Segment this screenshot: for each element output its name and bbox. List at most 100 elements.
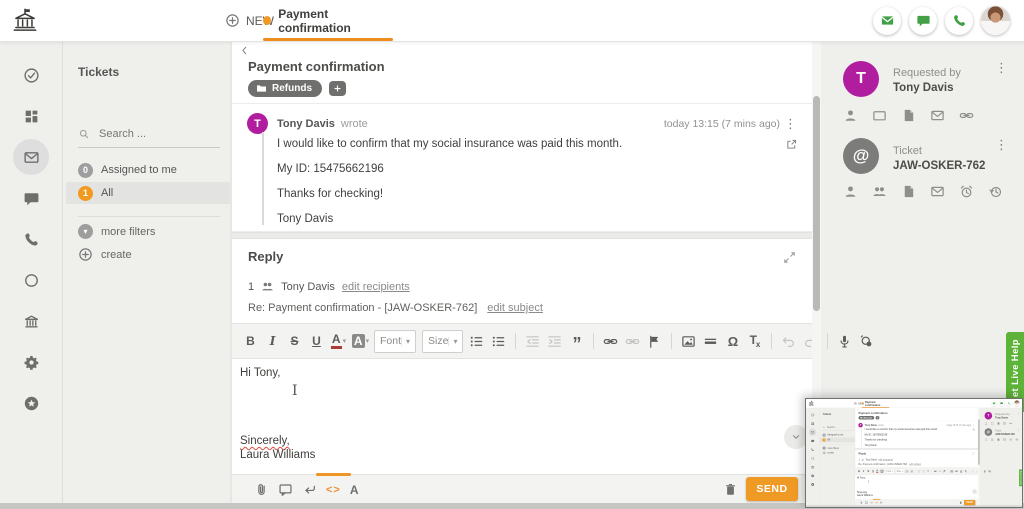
reply-mode-icon[interactable]: [302, 482, 317, 497]
search-input[interactable]: [97, 127, 211, 141]
font-size-select[interactable]: Size ▾: [422, 330, 463, 353]
strikethrough-icon[interactable]: S: [284, 331, 305, 352]
contact-menu-icon[interactable]: ⋮: [995, 61, 1008, 74]
background-color-icon[interactable]: A: [350, 331, 371, 352]
bold-icon[interactable]: B: [240, 331, 261, 352]
subject-text: Re: Payment confirmation - [JAW-OSKER-76…: [248, 302, 477, 314]
code-view-icon[interactable]: <>: [326, 482, 341, 497]
outdent-icon[interactable]: [522, 331, 543, 352]
chevron-down-icon: ▾: [78, 224, 93, 239]
active-tab-label: Payment confirmation: [278, 7, 393, 35]
send-button[interactable]: SEND: [746, 477, 798, 501]
ticket-group-icon[interactable]: [872, 184, 887, 199]
screen: NEW Payment confirmation: [0, 0, 1024, 509]
indent-icon[interactable]: [544, 331, 565, 352]
message-menu-icon[interactable]: ⋮: [784, 117, 797, 130]
ticket-detail: Payment confirmation Refunds T Tony Davi…: [232, 41, 812, 503]
main-scrollbar-thumb[interactable]: [813, 96, 820, 311]
discard-draft-icon[interactable]: [723, 482, 738, 497]
font-family-select[interactable]: Font ▾: [374, 330, 416, 353]
undo-icon[interactable]: [778, 331, 799, 352]
more-filters-label: more filters: [101, 226, 155, 238]
search-icon: [78, 128, 90, 140]
message-paragraph: My ID: 15475662196: [277, 163, 622, 175]
rail-calls-icon[interactable]: [13, 221, 49, 257]
filter-all[interactable]: 1 All: [66, 182, 230, 204]
new-email-button[interactable]: [873, 7, 901, 35]
create-label: create: [101, 249, 132, 261]
rail-settings-icon[interactable]: [13, 344, 49, 380]
edit-subject-link[interactable]: edit subject: [487, 302, 543, 314]
rail-dashboard-icon[interactable]: [13, 98, 49, 134]
rail-portal-icon[interactable]: [13, 303, 49, 339]
rail-social-icon[interactable]: [13, 262, 49, 298]
subject-row: Re: Payment confirmation - [JAW-OSKER-76…: [248, 302, 543, 314]
back-button[interactable]: [238, 44, 251, 57]
create-filter-button[interactable]: create: [78, 247, 132, 262]
reply-section: Reply 1 Tony Davis edit recipients Re: P…: [232, 239, 812, 323]
more-filters-button[interactable]: ▾ more filters: [78, 224, 155, 239]
add-tag-button[interactable]: [329, 81, 346, 96]
plus-circle-icon: [78, 247, 93, 262]
tab-payment-confirmation[interactable]: Payment confirmation: [263, 0, 393, 41]
ticket-history-icon[interactable]: [988, 184, 1003, 199]
agent-avatar[interactable]: [981, 6, 1010, 35]
caret-down-icon: ▾: [401, 337, 410, 346]
signature-line: Laura Williams: [240, 448, 315, 462]
image-icon[interactable]: [678, 331, 699, 352]
tag-refunds[interactable]: Refunds: [248, 80, 322, 97]
unlink-icon[interactable]: [622, 331, 643, 352]
special-character-icon[interactable]: Ω: [722, 331, 743, 352]
ticket-menu-icon[interactable]: ⋮: [995, 138, 1008, 151]
screen-preview[interactable]: NEW Payment confirmation: [805, 398, 1023, 508]
blockquote-icon[interactable]: ”: [566, 327, 587, 355]
open-in-new-icon[interactable]: [785, 138, 798, 151]
ticket-note-icon[interactable]: [901, 184, 916, 199]
ticket-email-icon[interactable]: [930, 184, 945, 199]
remove-format-icon[interactable]: Tx: [744, 331, 765, 352]
reply-editor[interactable]: Hi Tony, I Sincerely, Laura Williams: [232, 359, 812, 474]
editor-signature: Sincerely, Laura Williams: [240, 434, 315, 462]
contact-email-icon[interactable]: [930, 108, 945, 123]
message-paragraph: I would like to confirm that my social i…: [277, 138, 622, 150]
edit-recipients-link[interactable]: edit recipients: [342, 281, 410, 293]
text-style-icon[interactable]: A: [350, 482, 359, 497]
italic-icon[interactable]: I: [262, 331, 283, 352]
text-color-icon[interactable]: A: [328, 331, 349, 352]
ticket-avatar[interactable]: @: [843, 138, 879, 174]
rail-help-icon[interactable]: [13, 385, 49, 421]
ordered-list-icon[interactable]: [466, 331, 487, 352]
contact-profile-icon[interactable]: [843, 108, 858, 123]
new-chat-button[interactable]: [909, 7, 937, 35]
toolbar-separator: [593, 333, 594, 349]
requester-avatar[interactable]: T: [843, 61, 879, 97]
rail-tickets-icon[interactable]: [13, 139, 49, 175]
requested-by-label: Requested by: [893, 67, 961, 79]
font-select-label: Font: [380, 335, 401, 347]
mail-icon: [880, 13, 895, 28]
attachment-icon[interactable]: [254, 482, 269, 497]
ticket-reminder-icon[interactable]: [959, 184, 974, 199]
filters-divider: [78, 216, 220, 217]
rail-chats-icon[interactable]: [13, 180, 49, 216]
canned-note-icon[interactable]: [278, 482, 293, 497]
link-icon[interactable]: [600, 331, 621, 352]
flag-icon[interactable]: [644, 331, 665, 352]
recipients-row: 1 Tony Davis edit recipients: [248, 280, 410, 293]
bullet-list-icon[interactable]: [488, 331, 509, 352]
tickets-panel-title: Tickets: [78, 65, 119, 79]
contact-link-icon[interactable]: [959, 108, 974, 123]
contact-note-icon[interactable]: [901, 108, 916, 123]
contact-card-icon[interactable]: [872, 108, 887, 123]
rail-resolve-icon[interactable]: [13, 57, 49, 93]
horizontal-rule-icon[interactable]: [700, 331, 721, 352]
top-actions: [873, 6, 1010, 35]
expand-editor-icon[interactable]: [783, 251, 796, 264]
ticket-contact-icon[interactable]: [843, 184, 858, 199]
active-tab-underline: [263, 38, 393, 41]
underline-icon[interactable]: U: [306, 331, 327, 352]
app-logo[interactable]: [10, 6, 40, 35]
filter-assigned-to-me[interactable]: 0 Assigned to me: [66, 159, 230, 181]
new-call-button[interactable]: [945, 7, 973, 35]
message-timestamp: today 13:15 (7 mins ago): [664, 118, 780, 130]
